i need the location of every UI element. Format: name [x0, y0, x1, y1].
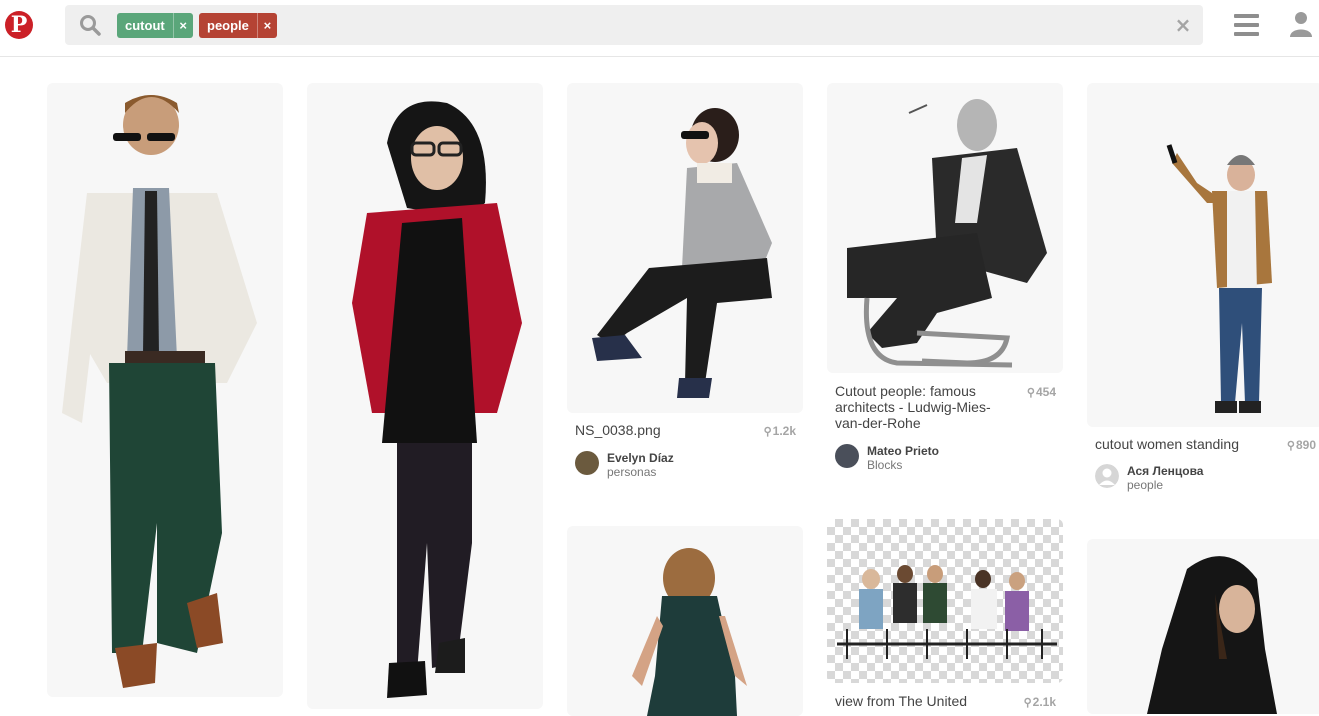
pinner-name[interactable]: Evelyn Díaz [607, 451, 674, 465]
menu-icon[interactable] [1234, 14, 1259, 36]
pin-card[interactable] [567, 526, 803, 716]
woman-sitting-image [592, 108, 772, 398]
pin-title: NS_0038.png [575, 422, 661, 438]
pin-image[interactable] [1087, 539, 1319, 714]
pinner-name[interactable]: Mateo Prieto [867, 444, 939, 458]
woman-red-blazer-image [352, 101, 522, 698]
man-chair-bw-image [847, 99, 1047, 368]
pin-image[interactable] [567, 83, 803, 413]
pin-card[interactable]: view from The United ⚲2.1k [827, 519, 1063, 709]
chip-label: cutout [125, 18, 165, 33]
pinterest-logo[interactable]: P [5, 11, 33, 39]
search-chip-people[interactable]: people × [199, 13, 277, 38]
pinner-name[interactable]: Ася Ленцова [1127, 464, 1203, 478]
pin-card[interactable] [47, 83, 283, 709]
repin-count: ⚲2.1k [1024, 695, 1056, 709]
pin-title: cutout women standing [1095, 436, 1239, 452]
pin-card[interactable] [307, 83, 543, 709]
default-avatar-icon[interactable] [1095, 464, 1119, 488]
repin-count-value: 454 [1035, 385, 1056, 399]
man-white-blazer-image [62, 95, 257, 688]
repin-count-value: 890 [1295, 438, 1316, 452]
search-chip-cutout[interactable]: cutout × [117, 13, 193, 38]
avatar[interactable] [835, 444, 859, 468]
chip-label: people [207, 18, 249, 33]
pin-card[interactable]: cutout women standing ⚲890 Ася Ленцова p… [1087, 83, 1319, 503]
woman-back-view-image [632, 548, 747, 716]
repin-count: ⚲454 [1027, 385, 1056, 399]
search-icon [80, 15, 101, 36]
board-name[interactable]: personas [607, 465, 656, 479]
pin-icon: ⚲ [1023, 697, 1032, 709]
pin-icon: ⚲ [1026, 387, 1035, 399]
pin-title: Cutout people: famous architects - Ludwi… [835, 383, 991, 431]
pin-image[interactable] [47, 83, 283, 697]
remove-chip-people-button[interactable]: × [256, 13, 277, 38]
woman-standing-waving-image [1166, 144, 1272, 413]
pin-image[interactable] [827, 519, 1063, 683]
search-bar[interactable]: cutout × people × × [65, 5, 1203, 45]
woman-hoodie-image [1147, 556, 1277, 714]
pin-image[interactable] [567, 526, 803, 716]
repin-count: ⚲1.2k [764, 424, 796, 438]
pin-image[interactable] [827, 83, 1063, 373]
pin-icon: ⚲ [763, 426, 772, 438]
pin-card[interactable]: Cutout people: famous architects - Ludwi… [827, 83, 1063, 483]
pin-icon: ⚲ [1286, 440, 1295, 452]
repin-count-value: 1.2k [772, 424, 796, 438]
board-name[interactable]: people [1127, 478, 1163, 492]
remove-chip-cutout-button[interactable]: × [172, 13, 193, 38]
group-sitting-cafe-image [837, 565, 1057, 659]
pin-image[interactable] [1087, 83, 1319, 427]
avatar[interactable] [575, 451, 599, 475]
pin-card[interactable] [1087, 539, 1319, 714]
pin-image[interactable] [307, 83, 543, 709]
board-name[interactable]: Blocks [867, 458, 902, 472]
repin-count-value: 2.1k [1032, 695, 1056, 709]
clear-search-icon[interactable]: × [1172, 12, 1194, 38]
pin-card[interactable]: NS_0038.png ⚲1.2k Evelyn Díaz personas [567, 83, 803, 483]
pin-title: view from The United [835, 693, 968, 709]
repin-count: ⚲890 [1287, 438, 1316, 452]
user-icon[interactable] [1290, 11, 1312, 37]
top-bar: P cutout × people × × [0, 0, 1319, 57]
